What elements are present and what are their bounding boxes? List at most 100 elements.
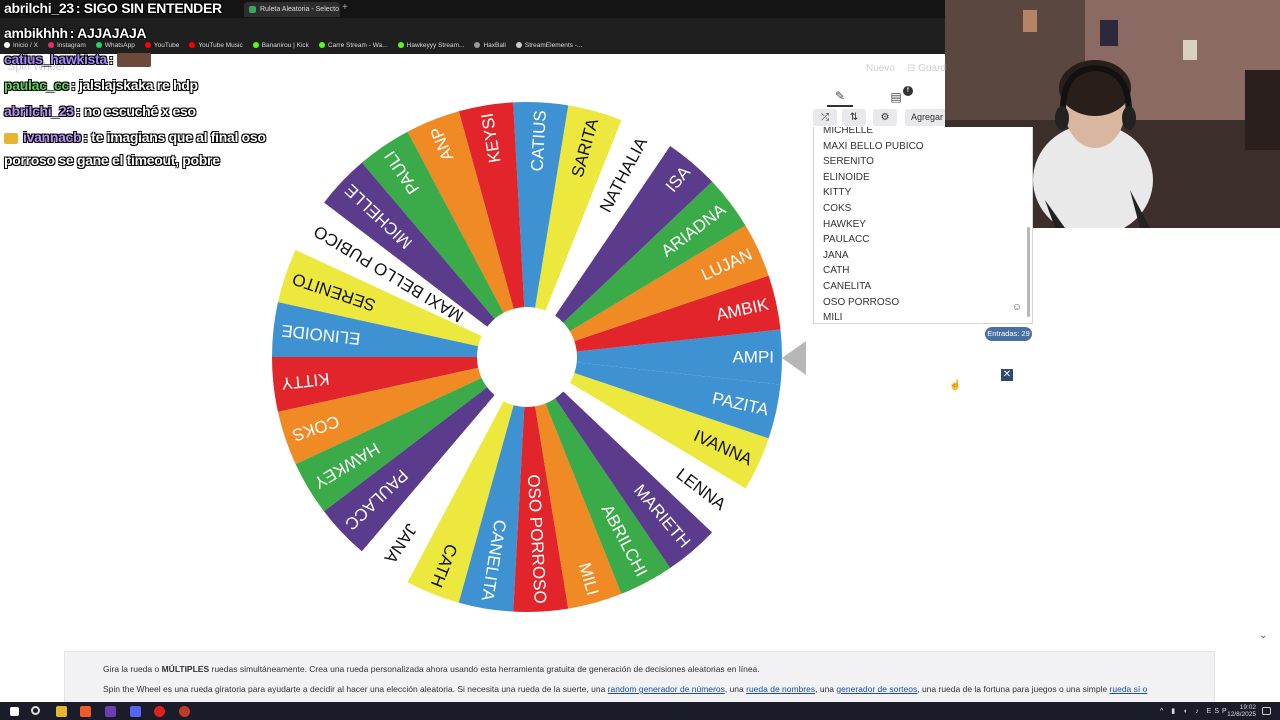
bookmark-label: YouTube Music <box>198 41 243 49</box>
desc-text: Spin the Wheel es una rueda giratoria pa… <box>103 684 608 694</box>
desc-bold: MÚLTIPLES <box>161 664 210 674</box>
clock[interactable]: 19:02 12/8/2025 <box>1227 704 1256 718</box>
chat-text: : jalslajskaka re hdp <box>71 77 198 93</box>
bookmark-favicon-icon <box>95 42 102 48</box>
desc-text: , una <box>724 684 747 694</box>
chat-message: abrilchi_23: no escuché x eso <box>4 103 196 119</box>
search-icon[interactable] <box>31 706 40 715</box>
entry-line[interactable]: OSO PORROSO <box>814 295 1032 311</box>
entries-scrollbar[interactable] <box>1027 227 1030 317</box>
add-button[interactable]: Agregar <box>905 109 945 126</box>
settings-button[interactable]: ⚙ <box>873 109 897 126</box>
bookmark-favicon-icon <box>189 42 196 48</box>
mouse-cursor-icon: ☝ <box>949 380 962 391</box>
entry-line[interactable]: MILI <box>814 310 1032 323</box>
chat-message: ambikhhh: AJJAJAJA <box>4 25 147 41</box>
bookmark-label: WhatsApp <box>104 41 135 49</box>
entry-line[interactable]: CANELITA <box>814 279 1032 295</box>
save-icon: ⊟ <box>907 63 919 74</box>
entry-line[interactable]: SERENITO <box>814 154 1032 170</box>
tab-entries-edit[interactable]: ✎ <box>827 87 853 107</box>
app-purple-icon[interactable] <box>105 706 116 717</box>
bookmark-item[interactable]: WhatsApp <box>95 41 135 49</box>
bookmark-favicon-icon <box>515 42 522 48</box>
entries-textarea[interactable]: MICHELLE MAXI BELLO PUBICO SERENITO ELINOID… <box>813 127 1033 324</box>
entry-line[interactable]: PAULACC <box>814 232 1032 248</box>
system-tray-icons[interactable]: ^ ▮ ◖ ♪ ESP <box>1160 707 1230 715</box>
entry-line[interactable]: CATH <box>814 263 1032 279</box>
bookmark-item[interactable]: YouTube Music <box>189 41 243 49</box>
bookmark-item[interactable]: StreamElements -... <box>515 41 583 49</box>
description-paragraph: Spin the Wheel es una rueda giratoria pa… <box>103 684 1214 695</box>
close-icon[interactable]: ✕ <box>1001 369 1013 381</box>
link-name-wheel[interactable]: rueda de nombres <box>746 684 815 694</box>
entry-line[interactable]: HAWKEY <box>814 217 1032 233</box>
chat-username: catius_hawkista <box>4 51 107 67</box>
shuffle-icon: ⤮ <box>821 112 829 123</box>
youtube-icon[interactable] <box>154 706 165 717</box>
chat-username: paulac_cc <box>4 77 70 93</box>
bookmark-item[interactable]: HaxBall <box>474 42 506 49</box>
bookmark-favicon-icon <box>144 42 151 48</box>
spin-wheel[interactable]: AMPIAMBIKLUJANARIADNAISANATHALIASARITACA… <box>271 101 783 613</box>
save-link[interactable]: ⊟ Guard <box>907 63 946 74</box>
bookmark-item[interactable]: Carre Stream - Wa... <box>318 42 388 49</box>
chevron-down-icon[interactable]: ⌄ <box>1259 630 1267 641</box>
discord-icon[interactable] <box>130 706 141 717</box>
bookmark-favicon-icon <box>4 42 10 48</box>
crown-badge-icon <box>4 132 18 144</box>
desc-text: , una <box>815 684 837 694</box>
bookmark-item[interactable]: Inicio / X <box>4 42 38 49</box>
chat-username: abrilchi_23 <box>4 103 74 119</box>
bookmark-label: StreamElements -... <box>524 41 583 49</box>
sort-button[interactable]: ⇅ <box>842 109 866 126</box>
link-yes-no-wheel[interactable]: rueda sí o <box>1110 684 1148 694</box>
entry-line[interactable]: JANA <box>814 248 1032 264</box>
tab-favicon-icon <box>249 6 256 13</box>
bookmark-item[interactable]: Hawkeyyy Stream... <box>397 41 465 49</box>
chat-message-continued: porroso se gane el timeout, pobre <box>4 152 220 168</box>
start-windows-icon[interactable] <box>10 707 19 716</box>
chat-username: ambikhhh <box>4 25 68 41</box>
bookmark-item[interactable]: Bananirou | Kick <box>252 41 309 49</box>
wheel-center-hub[interactable] <box>477 307 577 407</box>
bookmark-label: YouTube <box>153 41 180 49</box>
clock-time: 19:02 <box>1239 704 1256 711</box>
new-tab-button[interactable]: + <box>342 2 348 13</box>
file-explorer-icon[interactable] <box>56 706 67 717</box>
clock-date: 12/8/2025 <box>1227 711 1256 718</box>
entry-line[interactable]: ELINOIDE <box>814 170 1032 186</box>
notifications-icon[interactable] <box>1262 707 1271 715</box>
chat-text: : te imagians que al final oso <box>83 129 266 145</box>
bookmark-favicon-icon <box>397 42 404 48</box>
description-paragraph: Gira la rueda o MÚLTIPLES ruedas simultá… <box>103 664 1214 675</box>
entry-line[interactable]: KITTY <box>814 185 1032 201</box>
entries-count-badge: Entradas: 29 <box>985 327 1032 341</box>
wheel-segment-label: AMPI <box>732 348 774 367</box>
bookmark-label: Bananirou | Kick <box>261 41 309 49</box>
tab-title: Ruleta Aleatoria - Selecto <box>260 6 339 13</box>
bookmark-label: Instagram <box>56 41 86 49</box>
link-number-generator[interactable]: random generador de números <box>608 684 725 694</box>
new-wheel-link[interactable]: Nuevo <box>866 63 895 74</box>
bookmark-item[interactable]: YouTube <box>144 41 180 49</box>
link-raffle-generator[interactable]: generador de sorteos <box>836 684 917 694</box>
entry-line[interactable]: MAXI BELLO PUBICO <box>814 139 1032 155</box>
chat-text: : <box>108 51 114 67</box>
chat-emote-icon <box>116 53 151 68</box>
clipboard-icon: ▤ <box>890 90 902 104</box>
brave-browser-icon[interactable] <box>80 706 91 717</box>
bookmark-item[interactable]: Instagram <box>47 41 86 49</box>
entry-line[interactable]: MICHELLE <box>814 127 1032 139</box>
description-box: Gira la rueda o MÚLTIPLES ruedas simultá… <box>64 651 1215 703</box>
results-badge: f <box>903 86 913 96</box>
obs-icon[interactable] <box>179 706 190 717</box>
shuffle-button[interactable]: ⤮ <box>813 109 837 126</box>
emoji-icon[interactable]: ☺ <box>1012 302 1022 313</box>
entry-line[interactable]: COKS <box>814 201 1032 217</box>
bookmark-label: Hawkeyyy Stream... <box>406 41 465 49</box>
bookmark-favicon-icon <box>318 42 325 48</box>
chat-text: porroso se gane el timeout, pobre <box>4 152 220 168</box>
tab-ruleta[interactable]: Ruleta Aleatoria - Selecto <box>244 2 340 17</box>
chat-message: ivannacb: te imagians que al final oso <box>4 129 266 145</box>
